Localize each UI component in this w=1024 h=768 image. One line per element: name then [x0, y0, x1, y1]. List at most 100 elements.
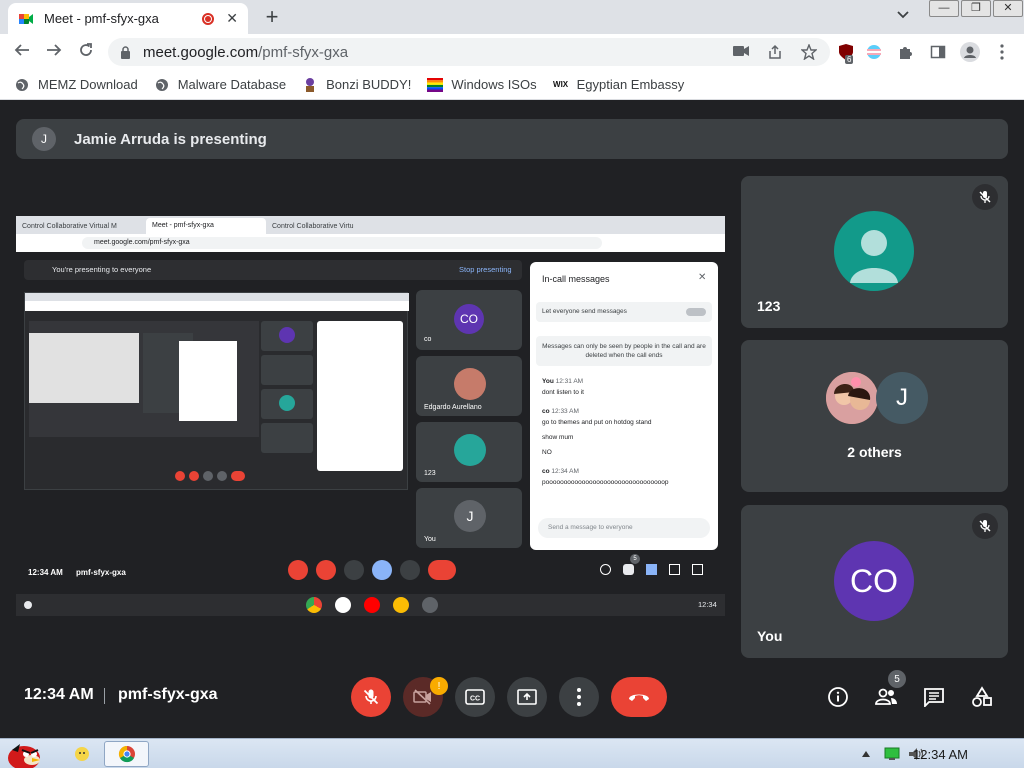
shared-chat-panel: In-call messages ✕ Let everyone send mes…: [530, 262, 718, 550]
shared-stop-presenting: Stop presenting: [459, 265, 512, 274]
address-bar[interactable]: meet.google.com/pmf-sfyx-gxa: [108, 38, 830, 66]
participant-name: 123: [757, 298, 781, 314]
shared-people-badge: 5: [630, 554, 640, 564]
presenter-avatar: J: [32, 127, 56, 151]
ublock-extension-icon[interactable]: 6: [836, 42, 856, 64]
nested-screen: [24, 292, 409, 490]
presenting-text: Jamie Arruda is presenting: [74, 130, 267, 148]
participant-letter-avatar: J: [876, 372, 928, 424]
url-text: meet.google.com/pmf-sfyx-gxa: [143, 43, 349, 61]
globe-icon: [14, 77, 30, 93]
more-options-button[interactable]: [559, 677, 599, 717]
default-avatar-icon: [454, 434, 486, 466]
bonzi-icon: [302, 77, 318, 93]
leave-call-button[interactable]: [611, 677, 667, 717]
shared-chat-close-icon: ✕: [698, 272, 707, 283]
people-icon[interactable]: [874, 685, 898, 709]
shared-url: meet.google.com/pmf-sfyx-gxa: [82, 237, 602, 249]
shared-tab-strip: Control Collaborative Virtual M Meet - p…: [16, 216, 725, 234]
network-tray-icon[interactable]: [882, 741, 902, 767]
wix-icon: WIX: [553, 80, 569, 89]
more-vert-icon: [577, 688, 581, 706]
meet-favicon-icon: [19, 13, 33, 24]
bookmark-star-icon[interactable]: [800, 43, 818, 63]
captions-button[interactable]: CC: [455, 677, 495, 717]
tab-meet[interactable]: Meet - pmf-sfyx-gxa ✕: [8, 3, 248, 34]
os-taskbar: 12:34 AM: [0, 738, 1024, 768]
profile-avatar-icon[interactable]: [960, 42, 980, 62]
camera-in-use-icon[interactable]: [732, 44, 750, 63]
taskbar-clock[interactable]: 12:34 AM: [913, 747, 968, 762]
participant-tile-123[interactable]: 123: [741, 176, 1008, 328]
camera-off-icon: [413, 689, 431, 705]
bookmark-windows-isos[interactable]: Windows ISOs: [427, 77, 537, 93]
minimize-button[interactable]: —: [929, 0, 959, 17]
participants-count-badge: 5: [888, 670, 906, 688]
meet-stage: J Jamie Arruda is presenting Control Col…: [0, 100, 1024, 738]
shared-tab: Control Collaborative Virtual M: [22, 223, 117, 230]
pride-extension-icon[interactable]: [864, 42, 884, 62]
maximize-button[interactable]: ❐: [961, 0, 991, 17]
back-icon[interactable]: [12, 42, 32, 62]
bookmarks-bar: MEMZ Download Malware Database Bonzi BUD…: [0, 70, 1024, 100]
edgardo-photo-avatar: [454, 368, 486, 400]
presenting-banner: J Jamie Arruda is presenting: [16, 119, 1008, 159]
default-avatar-icon: [834, 211, 914, 291]
start-button-angry-bird-icon[interactable]: [4, 741, 48, 768]
others-label: 2 others: [847, 444, 902, 460]
shared-tile-co: CO co: [416, 290, 522, 350]
activities-icon[interactable]: [970, 685, 994, 709]
closed-captions-icon: CC: [465, 689, 485, 705]
present-button[interactable]: [507, 677, 547, 717]
shared-tile-123: 123: [416, 422, 522, 482]
chrome-icon: [118, 745, 135, 763]
svg-text:CC: CC: [470, 696, 480, 703]
forward-icon[interactable]: [44, 42, 64, 62]
participant-tile-others[interactable]: J 2 others: [741, 340, 1008, 492]
explorer-taskbar-icon[interactable]: [70, 741, 94, 767]
chrome-taskbar-button[interactable]: [104, 741, 149, 767]
reload-icon[interactable]: [76, 42, 96, 62]
bookmark-memz[interactable]: MEMZ Download: [14, 77, 138, 93]
tray-expand-icon[interactable]: [860, 741, 872, 767]
meeting-details-icon[interactable]: [826, 685, 850, 709]
participant-tile-you[interactable]: CO You: [741, 505, 1008, 658]
mic-toggle-button[interactable]: [351, 677, 391, 717]
mic-off-icon: [363, 689, 379, 705]
shared-meet: You're presenting to everyone Stop prese…: [16, 252, 725, 621]
close-tab-icon[interactable]: ✕: [226, 10, 238, 27]
mic-muted-icon: [972, 184, 998, 210]
shared-toolbar: meet.google.com/pmf-sfyx-gxa: [16, 234, 725, 252]
chat-icon[interactable]: [922, 685, 946, 709]
close-window-button[interactable]: ✕: [993, 0, 1023, 17]
participant-name: You: [757, 628, 783, 644]
rainbow-flag-icon: [427, 77, 444, 93]
menu-kebab-icon[interactable]: [992, 42, 1012, 62]
share-icon[interactable]: [766, 44, 784, 63]
shared-tile-edgardo: Edgardo Aurellano: [416, 356, 522, 416]
tab-search-chevron-icon[interactable]: [897, 8, 909, 22]
extension-badge: 6: [845, 55, 854, 64]
new-tab-button[interactable]: +: [260, 5, 284, 29]
bookmark-egyptian-embassy[interactable]: WIX Egyptian Embassy: [553, 77, 684, 93]
tab-strip: Meet - pmf-sfyx-gxa ✕ + — ❐ ✕: [0, 0, 1024, 34]
globe-icon: [154, 77, 170, 93]
participant-photo-avatar: [826, 372, 878, 424]
bookmark-bonzi-buddy[interactable]: Bonzi BUDDY!: [302, 77, 411, 93]
shared-tab: Control Collaborative Virtu: [272, 223, 354, 230]
bookmark-malware-database[interactable]: Malware Database: [154, 77, 286, 93]
shared-presenting-notice: You're presenting to everyone Stop prese…: [24, 260, 522, 280]
lock-icon: [121, 45, 130, 59]
shared-tab-active: Meet - pmf-sfyx-gxa: [146, 218, 266, 234]
separator: [104, 688, 105, 704]
recording-indicator-icon: [202, 12, 215, 25]
browser-toolbar: meet.google.com/pmf-sfyx-gxa 6: [0, 34, 1024, 70]
extensions-puzzle-icon[interactable]: [896, 42, 916, 62]
shared-screen: Control Collaborative Virtual M Meet - p…: [16, 216, 725, 621]
tab-title: Meet - pmf-sfyx-gxa: [44, 11, 159, 26]
side-panel-icon[interactable]: [928, 42, 948, 62]
self-avatar: CO: [834, 541, 914, 621]
hang-up-icon: [629, 694, 649, 701]
meeting-time: 12:34 AM: [24, 686, 94, 703]
present-screen-icon: [517, 689, 537, 705]
